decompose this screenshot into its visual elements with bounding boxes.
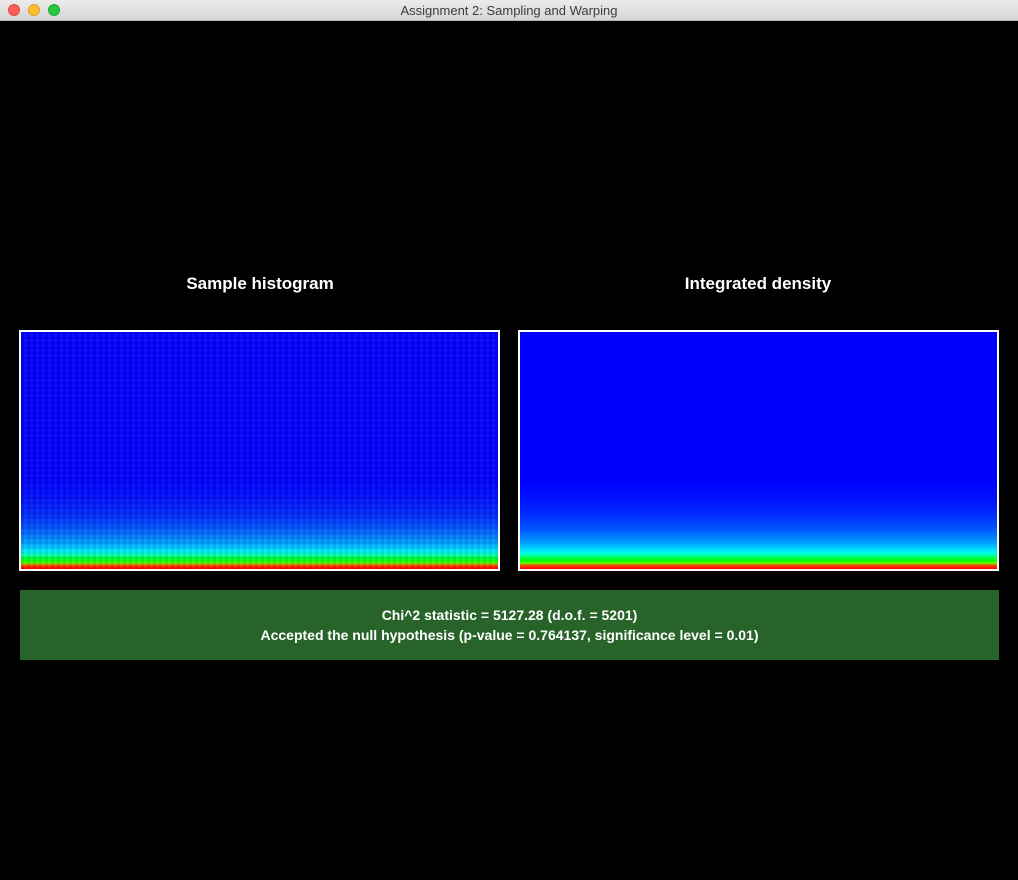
integrated-density-heatmap: [520, 332, 997, 569]
title-bar[interactable]: Assignment 2: Sampling and Warping: [0, 0, 1018, 21]
hypothesis-result-text: Accepted the null hypothesis (p-value = …: [260, 627, 759, 643]
window-title: Assignment 2: Sampling and Warping: [400, 3, 618, 18]
chi-square-result-banner: Chi^2 statistic = 5127.28 (d.o.f. = 5201…: [20, 590, 999, 660]
sample-histogram-heading: Sample histogram: [186, 274, 334, 293]
app-window: Assignment 2: Sampling and Warping Sampl…: [0, 0, 1018, 880]
chi-square-statistic-text: Chi^2 statistic = 5127.28 (d.o.f. = 5201…: [381, 607, 638, 623]
sample-histogram-noise: [21, 332, 498, 569]
integrated-density-heading: Integrated density: [684, 274, 832, 293]
sample-histogram-plot: [19, 330, 500, 571]
integrated-density-plot: [518, 330, 999, 571]
